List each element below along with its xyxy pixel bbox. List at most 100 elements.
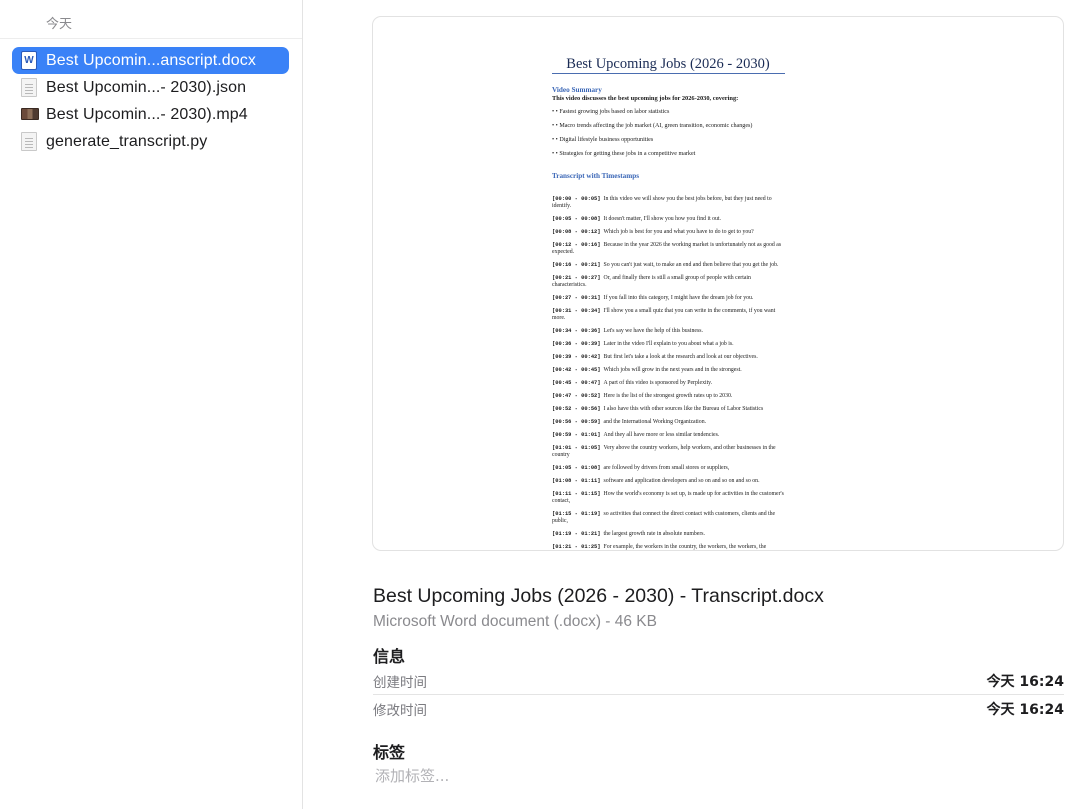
file-list: W Best Upcomin...anscript.docx Best Upco… [12, 47, 289, 155]
doc-title-rule [552, 73, 785, 74]
tags-input[interactable]: 添加标签... [375, 765, 449, 786]
transcript-entry: [00:00 - 00:05] In this video we will sho… [552, 196, 784, 211]
transcript-entry: [01:01 - 01:05] Very above the country wo… [552, 445, 784, 460]
section-header-today: 今天 [46, 17, 73, 32]
modified-value: 今天 16:24 [986, 702, 1064, 718]
transcript-text: Which jobs will grow in the next years a… [603, 367, 742, 373]
file-row-python[interactable]: generate_transcript.py [12, 128, 289, 155]
transcript-entry: [00:52 - 00:56] I also have this with oth… [552, 406, 784, 413]
transcript-entry: [00:34 - 00:36] Let's say we have the hel… [552, 328, 784, 335]
timestamp: [01:21 - 01:25] [552, 544, 601, 550]
transcript-entry: [01:08 - 01:11] software and application … [552, 478, 784, 485]
timestamp: [00:31 - 00:34] [552, 308, 601, 314]
video-file-icon [21, 105, 39, 124]
transcript-entry: [00:31 - 00:34] I'll show you a small qui… [552, 308, 784, 323]
transcript-text: So you can't just wait, to make an end a… [603, 262, 779, 268]
transcript-heading: Transcript with Timestamps [552, 172, 640, 180]
timestamp: [00:27 - 00:31] [552, 295, 601, 301]
transcript-text: I also have this with other sources like… [603, 406, 764, 412]
python-file-icon [21, 132, 37, 151]
json-file-icon [21, 78, 37, 97]
summary-intro: This video discusses the best upcoming j… [552, 95, 739, 102]
word-document-icon: W [21, 51, 37, 70]
timestamp: [00:47 - 00:52] [552, 393, 601, 399]
timestamp: [00:12 - 00:16] [552, 242, 601, 248]
timestamp: [00:56 - 00:59] [552, 419, 601, 425]
file-name: Best Upcomin...anscript.docx [46, 51, 256, 69]
transcript-text: It doesn't matter, I'll show you how you… [603, 216, 721, 222]
summary-bullet: • • Fastest growing jobs based on labor … [552, 109, 670, 115]
transcript-text: And they all have more or less similar t… [603, 432, 720, 438]
transcript-entry: [01:21 - 01:25] For example, the workers … [552, 544, 784, 550]
divider [0, 38, 302, 39]
file-title: Best Upcoming Jobs (2026 - 2030) - Trans… [373, 585, 824, 607]
file-name: Best Upcomin...- 2030).mp4 [46, 105, 248, 123]
transcript-text: and the International Working Organizati… [603, 419, 707, 425]
transcript-text: the largest growth rate in absolute numb… [603, 531, 706, 537]
document-page: Best Upcoming Jobs (2026 - 2030) Video S… [552, 17, 788, 550]
timestamp: [00:36 - 00:39] [552, 341, 601, 347]
transcript-entry: [00:36 - 00:39] Later in the video I'll e… [552, 341, 784, 348]
timestamp: [00:34 - 00:36] [552, 328, 601, 334]
transcript-text: are followed by drivers from small store… [603, 465, 730, 471]
tags-heading: 标签 [373, 743, 406, 762]
timestamp: [01:05 - 01:08] [552, 465, 601, 471]
transcript-entry: [01:19 - 01:21] the largest growth rate i… [552, 531, 784, 538]
file-kind-size: Microsoft Word document (.docx) - 46 KB [373, 613, 657, 630]
transcript-entry: [00:21 - 00:27] Or, and finally there is … [552, 275, 784, 290]
timestamp: [01:08 - 01:11] [552, 478, 601, 484]
timestamp: [00:21 - 00:27] [552, 275, 601, 281]
created-label: 创建时间 [373, 674, 427, 691]
transcript-entry: [00:59 - 01:01] And they all have more or… [552, 432, 784, 439]
summary-bullet: • • Strategies for getting these jobs in… [552, 151, 696, 157]
transcript-text: A part of this video is sponsored by Per… [603, 380, 713, 386]
timestamp: [00:08 - 00:12] [552, 229, 601, 235]
transcript-text: If you fall into this category, I might … [603, 295, 754, 301]
transcript-entry: [01:05 - 01:08] are followed by drivers f… [552, 465, 784, 472]
modified-row: 修改时间 今天 16:24 [373, 695, 1064, 723]
info-heading: 信息 [373, 647, 406, 666]
timestamp: [01:11 - 01:15] [552, 491, 601, 497]
modified-label: 修改时间 [373, 703, 427, 719]
document-preview[interactable]: Best Upcoming Jobs (2026 - 2030) Video S… [372, 16, 1064, 551]
created-row: 创建时间 今天 16:24 [373, 667, 1064, 695]
timestamp: [00:42 - 00:45] [552, 367, 601, 373]
transcript-entry: [00:56 - 00:59] and the International Wor… [552, 419, 784, 426]
file-row-json[interactable]: Best Upcomin...- 2030).json [12, 74, 289, 101]
file-name: Best Upcomin...- 2030).json [46, 78, 247, 96]
transcript-entry: [00:42 - 00:45] Which jobs will grow in t… [552, 367, 784, 374]
transcript-text: Let's say we have the help of this busin… [603, 328, 703, 334]
timestamp: [00:59 - 01:01] [552, 432, 601, 438]
transcript-entry: [00:08 - 00:12] Which job is best for you… [552, 229, 784, 236]
transcript-text: Which job is best for you and what you h… [603, 229, 754, 235]
summary-heading: Video Summary [552, 86, 602, 94]
transcript-entry: [00:05 - 00:08] It doesn't matter, I'll s… [552, 216, 784, 223]
transcript-entry: [01:15 - 01:19] so activities that connec… [552, 511, 784, 526]
created-value: 今天 16:24 [986, 673, 1064, 690]
file-column: 今天 W Best Upcomin...anscript.docx Best U… [0, 0, 303, 809]
timestamp: [01:01 - 01:05] [552, 445, 601, 451]
transcript-entry: [00:16 - 00:21] So you can't just wait, t… [552, 262, 784, 269]
transcript-entry: [00:47 - 00:52] Here is the list of the s… [552, 393, 784, 400]
timestamp: [00:52 - 00:56] [552, 406, 601, 412]
file-row-transcript-docx[interactable]: W Best Upcomin...anscript.docx [12, 47, 289, 74]
transcript-text: But first let's take a look at the resea… [603, 354, 758, 360]
transcript-entry: [01:11 - 01:15] How the world's economy i… [552, 491, 784, 506]
doc-title: Best Upcoming Jobs (2026 - 2030) [566, 56, 770, 72]
file-row-mp4[interactable]: Best Upcomin...- 2030).mp4 [12, 101, 289, 128]
transcript-entry: [00:27 - 00:31] If you fall into this cat… [552, 295, 784, 302]
transcript-text: software and application developers and … [603, 478, 760, 484]
file-name: generate_transcript.py [46, 132, 208, 150]
transcript-text: Later in the video I'll explain to you a… [603, 341, 734, 347]
transcript-entry: [00:39 - 00:42] But first let's take a lo… [552, 354, 784, 361]
summary-bullet: • • Macro trends affecting the job marke… [552, 123, 753, 129]
transcript-entry: [00:45 - 00:47] A part of this video is s… [552, 380, 784, 387]
timestamp: [00:05 - 00:08] [552, 216, 601, 222]
timestamp: [00:39 - 00:42] [552, 354, 601, 360]
timestamp: [01:19 - 01:21] [552, 531, 601, 537]
timestamp: [01:15 - 01:19] [552, 511, 601, 517]
timestamp: [00:16 - 00:21] [552, 262, 601, 268]
transcript-entry: [00:12 - 00:16] Because in the year 2026 … [552, 242, 784, 257]
timestamp: [00:00 - 00:05] [552, 196, 601, 202]
transcript-text: Here is the list of the strongest growth… [603, 393, 733, 399]
